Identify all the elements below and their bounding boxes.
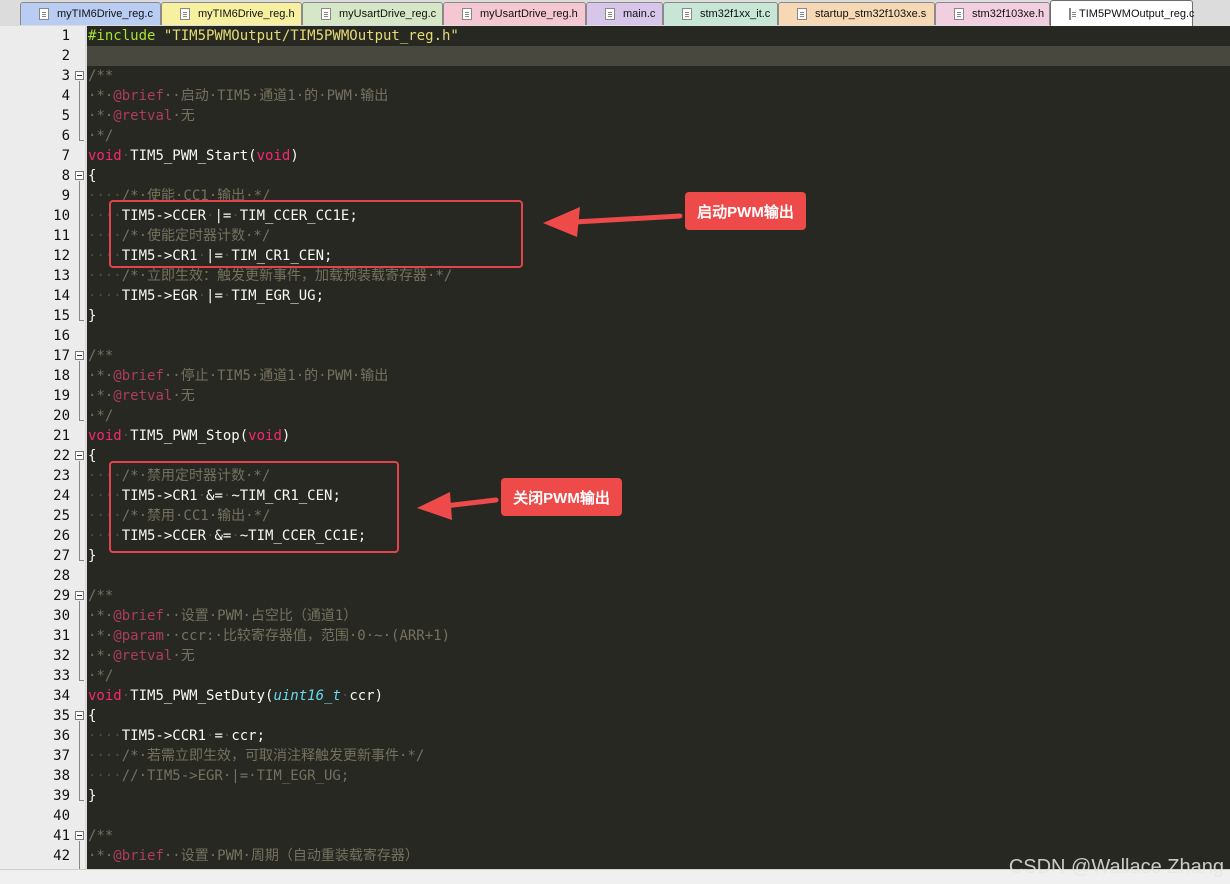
tab-myusartdrive-reg-h[interactable]: myUsartDrive_reg.h <box>443 2 586 25</box>
tab-stm32f103xe-h[interactable]: stm32f103xe.h <box>935 2 1050 25</box>
file-icon <box>321 8 331 20</box>
tab-label: myTIM6Drive_reg.h <box>198 8 295 20</box>
file-icon <box>797 8 807 20</box>
tab-label: myUsartDrive_reg.c <box>339 8 437 20</box>
tab-label: stm32f1xx_it.c <box>700 8 771 20</box>
tab-main-c[interactable]: main.c <box>586 2 663 25</box>
arrow-left-icon <box>543 207 683 237</box>
file-icon <box>605 8 615 20</box>
file-icon <box>180 8 190 20</box>
code-editor[interactable]: 1 2 3 4 5 6 7 8 9 10 11 12 13 14 15 16 17 18 19 20 21 22 23 24 2… <box>0 26 1230 869</box>
tab-label: TIM5PWMOutput_reg.c <box>1079 7 1195 20</box>
editor-tab-bar: myTIM6Drive_reg.c myTIM6Drive_reg.h myUsar… <box>0 0 1230 27</box>
tab-label: myUsartDrive_reg.h <box>480 8 578 20</box>
file-icon <box>682 8 692 20</box>
annotation-arrows <box>417 207 683 520</box>
tab-label: stm32f103xe.h <box>972 8 1045 20</box>
tab-label: startup_stm32f103xe.s <box>815 8 927 20</box>
stop-pwm-callout: 关闭PWM输出 <box>501 478 622 516</box>
watermark: CSDN @Wallace Zhang <box>1008 856 1224 878</box>
tab-myusartdrive-reg-c[interactable]: myUsartDrive_reg.c <box>302 2 443 25</box>
tab-label: main.c <box>623 8 656 20</box>
tab-stm32f1xx-it-c[interactable]: stm32f1xx_it.c <box>663 2 778 25</box>
tab-startup-stm32f103xe-s[interactable]: startup_stm32f103xe.s <box>778 2 935 25</box>
tab-mytim6drive-reg-h[interactable]: myTIM6Drive_reg.h <box>161 2 302 25</box>
tab-label: myTIM6Drive_reg.c <box>57 8 153 20</box>
start-pwm-callout: 启动PWM输出 <box>685 192 806 230</box>
tab-tim5pwmoutput-reg-c[interactable]: TIM5PWMOutput_reg.c <box>1050 0 1195 26</box>
file-icon <box>1069 7 1076 20</box>
file-icon <box>954 8 964 20</box>
file-icon <box>462 8 472 20</box>
file-icon <box>39 8 49 20</box>
arrow-left-icon <box>417 492 499 520</box>
tab-mytim6drive-reg-c[interactable]: myTIM6Drive_reg.c <box>20 2 161 25</box>
